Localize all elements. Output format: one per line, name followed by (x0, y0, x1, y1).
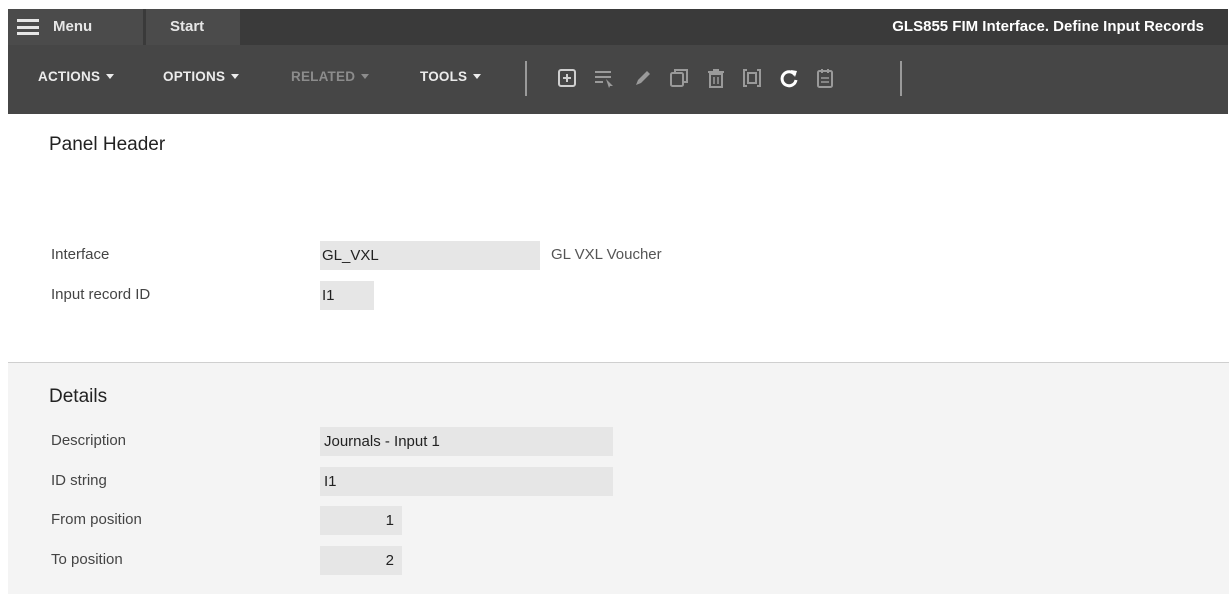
display-icon[interactable] (741, 67, 763, 89)
chevron-down-icon (473, 73, 482, 79)
tools-label: TOOLS (420, 69, 468, 84)
id-string-label: ID string (51, 472, 107, 489)
description-label: Description (51, 432, 127, 449)
hamburger-icon (17, 19, 39, 35)
menu-button[interactable]: Menu (8, 9, 143, 45)
notes-icon[interactable] (814, 67, 836, 89)
to-position-label: To position (51, 551, 123, 568)
toolbar-divider (900, 61, 902, 96)
input-record-id-field[interactable]: I1 (320, 281, 374, 310)
interface-field[interactable]: GL_VXL (320, 241, 540, 270)
related-label: RELATED (291, 69, 356, 84)
delete-icon[interactable] (705, 67, 727, 89)
actions-label: ACTIONS (38, 69, 101, 84)
menu-label: Menu (53, 18, 93, 35)
to-position-field[interactable]: 2 (320, 546, 402, 575)
refresh-icon[interactable] (778, 67, 800, 89)
add-icon[interactable] (556, 67, 578, 89)
options-menu[interactable]: OPTIONS (163, 69, 240, 84)
id-string-field[interactable]: I1 (320, 467, 613, 496)
from-position-label: From position (51, 511, 142, 528)
chevron-down-icon (231, 73, 240, 79)
chevron-down-icon (106, 73, 115, 79)
input-record-id-label: Input record ID (51, 286, 151, 303)
details-title: Details (49, 386, 108, 407)
from-position-field[interactable]: 1 (320, 506, 402, 535)
chevron-down-icon (361, 73, 370, 79)
tools-menu[interactable]: TOOLS (420, 69, 482, 84)
actions-menu[interactable]: ACTIONS (38, 69, 115, 84)
select-list-icon[interactable] (593, 67, 615, 89)
description-field[interactable]: Journals - Input 1 (320, 427, 613, 456)
panel-header-title: Panel Header (49, 134, 166, 155)
interface-description: GL VXL Voucher (551, 246, 662, 263)
copy-icon[interactable] (668, 67, 690, 89)
interface-label: Interface (51, 246, 110, 263)
options-label: OPTIONS (163, 69, 226, 84)
start-button[interactable]: Start (146, 9, 240, 45)
related-menu[interactable]: RELATED (291, 69, 370, 84)
toolbar: ACTIONS OPTIONS RELATED TOOLS (8, 45, 1228, 114)
details-section (8, 362, 1229, 594)
program-title: GLS855 FIM Interface. Define Input Recor… (892, 18, 1204, 35)
toolbar-divider (525, 61, 527, 96)
top-bar: Menu Start GLS855 FIM Interface. Define … (8, 9, 1228, 45)
edit-icon[interactable] (632, 67, 654, 89)
